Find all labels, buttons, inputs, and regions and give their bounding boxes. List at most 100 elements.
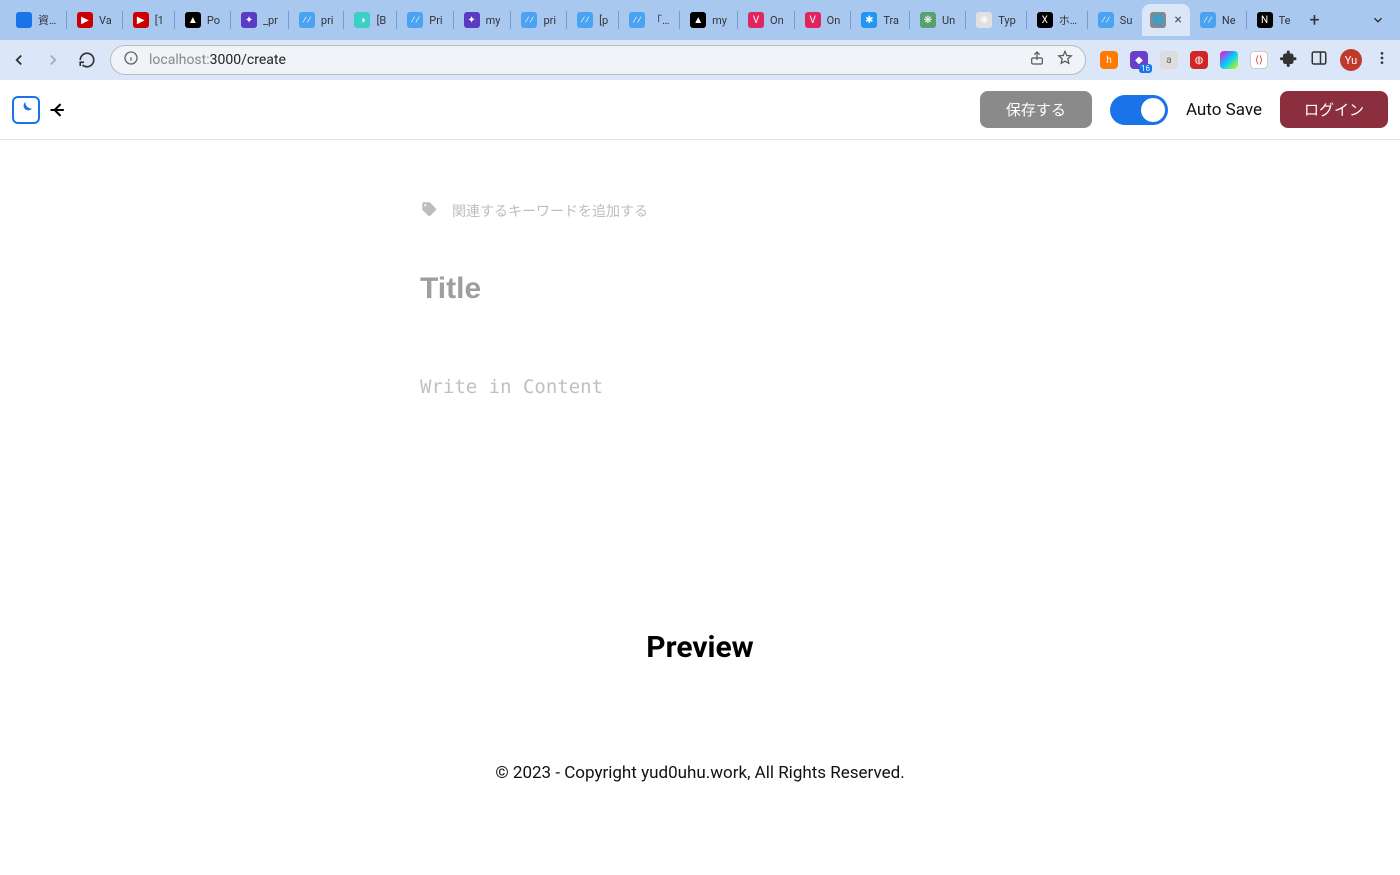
tab-favicon: ▶ <box>133 12 149 28</box>
browser-tab[interactable]: ▲ Po <box>177 4 228 36</box>
editor-panel: 関連するキーワードを追加する <box>420 200 980 560</box>
browser-tab[interactable]: ❋Un <box>912 4 963 36</box>
browser-tab[interactable]: ⁄⁄Pri <box>399 4 450 36</box>
browser-tab[interactable]: ▶[1 <box>125 4 172 36</box>
tab-separator <box>453 11 454 29</box>
url-bar[interactable]: localhost:3000/create <box>110 45 1086 75</box>
main-content: 関連するキーワードを追加する Preview © 2023 - Copyrigh… <box>0 140 1400 783</box>
tab-favicon: ✦ <box>241 12 257 28</box>
browser-tab[interactable]: 資料 <box>8 4 64 36</box>
tab-close-icon[interactable]: × <box>1174 12 1181 28</box>
tab-title: Su <box>1120 14 1133 27</box>
login-button[interactable]: ログイン <box>1280 91 1388 128</box>
browser-tab[interactable]: 🌐× <box>1142 4 1189 36</box>
ext-icon-6[interactable]: ⟨⟩ <box>1250 51 1268 69</box>
profile-avatar[interactable]: Yu <box>1340 49 1362 71</box>
browser-tab[interactable]: ◑ [B <box>346 4 394 36</box>
browser-tab[interactable]: ✱ Tra <box>853 4 907 36</box>
tab-favicon: V <box>805 12 821 28</box>
ext-icon-2[interactable]: ◆16 <box>1130 51 1148 69</box>
tab-favicon: ▲ <box>185 12 201 28</box>
browser-tab[interactable]: ▶Va <box>69 4 120 36</box>
tag-icon <box>420 200 438 222</box>
tab-favicon: ⁄⁄ <box>577 12 593 28</box>
tab-separator <box>230 11 231 29</box>
browser-tab[interactable]: ⁄⁄Ne <box>1192 4 1244 36</box>
browser-tab[interactable]: V On <box>797 4 849 36</box>
tag-input-row[interactable]: 関連するキーワードを追加する <box>420 200 980 222</box>
tab-title: ホー <box>1059 12 1077 28</box>
browser-tab[interactable]: ⁄⁄[p <box>569 4 616 36</box>
browser-tab[interactable]: ▲ my <box>682 4 735 36</box>
ext-icon-5[interactable] <box>1220 51 1238 69</box>
tab-title: On <box>770 14 784 27</box>
new-tab-button[interactable]: + <box>1300 10 1328 31</box>
tab-title: pri <box>543 14 556 27</box>
browser-tab-strip: 資料▶Va▶[1▲Po✦_pr⁄⁄pri◑[B⁄⁄Pri✦my⁄⁄pri⁄⁄[p… <box>0 0 1400 40</box>
tab-favicon: ✦ <box>464 12 480 28</box>
site-info-icon[interactable] <box>123 50 139 70</box>
title-input[interactable] <box>420 272 980 306</box>
tab-title: Po <box>207 14 220 27</box>
tab-favicon: ⁄⁄ <box>629 12 645 28</box>
tab-separator <box>618 11 619 29</box>
browser-reload-icon[interactable] <box>78 51 96 69</box>
tab-title: my <box>486 14 501 27</box>
save-button[interactable]: 保存する <box>980 91 1092 128</box>
tab-title: Typ <box>998 14 1016 27</box>
browser-back-icon[interactable] <box>10 51 28 69</box>
tab-title: my <box>712 14 727 27</box>
browser-tab[interactable]: ⁄⁄「耳 <box>621 4 677 36</box>
browser-tab[interactable]: ⁄⁄pri <box>291 4 342 36</box>
content-textarea[interactable] <box>420 376 980 556</box>
tab-separator <box>66 11 67 29</box>
tab-favicon: ❋ <box>920 12 936 28</box>
tab-favicon: ⁄⁄ <box>521 12 537 28</box>
browser-tab[interactable]: ✦ my <box>456 4 509 36</box>
tab-separator <box>909 11 910 29</box>
tab-favicon: ◑ <box>354 12 370 28</box>
tab-list-dropdown[interactable] <box>1364 13 1392 27</box>
tab-separator <box>737 11 738 29</box>
tab-title: _pr <box>263 14 278 27</box>
browser-tab[interactable]: ❋Typ <box>968 4 1024 36</box>
tab-title: [B <box>376 14 386 27</box>
ext-icon-1[interactable]: h <box>1100 51 1118 69</box>
browser-tab[interactable]: ✦ _pr <box>233 4 286 36</box>
tab-separator <box>174 11 175 29</box>
tab-title: Tra <box>883 14 899 27</box>
tab-separator <box>343 11 344 29</box>
tab-title: On <box>827 14 841 27</box>
share-icon[interactable] <box>1029 50 1045 70</box>
tab-favicon: ⁄⁄ <box>299 12 315 28</box>
tab-favicon: 🌐 <box>1150 12 1166 28</box>
browser-tab[interactable]: N Te <box>1249 4 1299 36</box>
tab-separator <box>794 11 795 29</box>
sidepanel-icon[interactable] <box>1310 49 1328 71</box>
tab-title: Pri <box>429 14 442 27</box>
tab-favicon: ✱ <box>861 12 877 28</box>
browser-tab[interactable]: ⁄⁄Su <box>1090 4 1141 36</box>
browser-tab[interactable]: ⁄⁄ pri <box>513 4 564 36</box>
preview-heading: Preview <box>646 630 753 665</box>
chrome-menu-icon[interactable] <box>1374 50 1390 70</box>
tab-title: Ne <box>1222 14 1236 27</box>
tab-separator <box>510 11 511 29</box>
ext-icon-3[interactable]: a <box>1160 51 1178 69</box>
tab-title: Te <box>1279 14 1291 27</box>
extensions-puzzle-icon[interactable] <box>1280 49 1298 71</box>
ext-icon-4[interactable]: ◍ <box>1190 51 1208 69</box>
extensions-area: h ◆16 a ◍ ⟨⟩ Yu <box>1100 49 1390 71</box>
browser-tab[interactable]: Xホー <box>1029 4 1085 36</box>
tab-separator <box>1246 11 1247 29</box>
theme-toggle-button[interactable] <box>12 96 40 124</box>
autosave-toggle[interactable] <box>1110 95 1168 125</box>
bookmark-star-icon[interactable] <box>1057 50 1073 70</box>
tab-favicon: ▶ <box>77 12 93 28</box>
tab-title: 資料 <box>38 12 56 28</box>
browser-tab[interactable]: VOn <box>740 4 792 36</box>
tab-favicon: N <box>1257 12 1273 28</box>
app-back-button[interactable] <box>48 100 68 120</box>
tab-favicon: ▲ <box>690 12 706 28</box>
tab-separator <box>1026 11 1027 29</box>
